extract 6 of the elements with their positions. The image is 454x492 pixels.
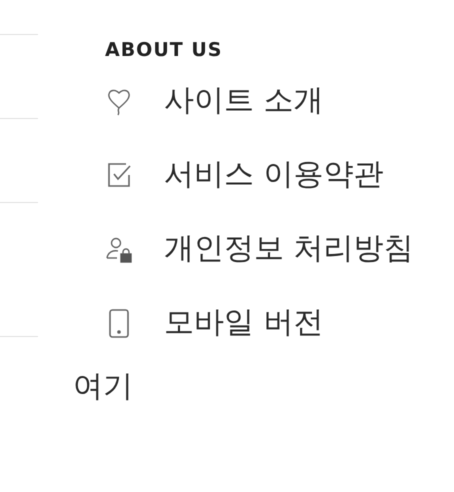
menu-link[interactable]: 서비스 이용약관 [104, 156, 384, 194]
footer-text: 여기 [73, 368, 133, 406]
menu-link[interactable]: 사이트 소개 [104, 82, 324, 120]
menu-link[interactable]: 모바일 버전 [104, 304, 324, 342]
section-heading: ABOUT US [105, 38, 224, 62]
menu-link[interactable]: 개인정보 처리방침 [104, 230, 414, 268]
